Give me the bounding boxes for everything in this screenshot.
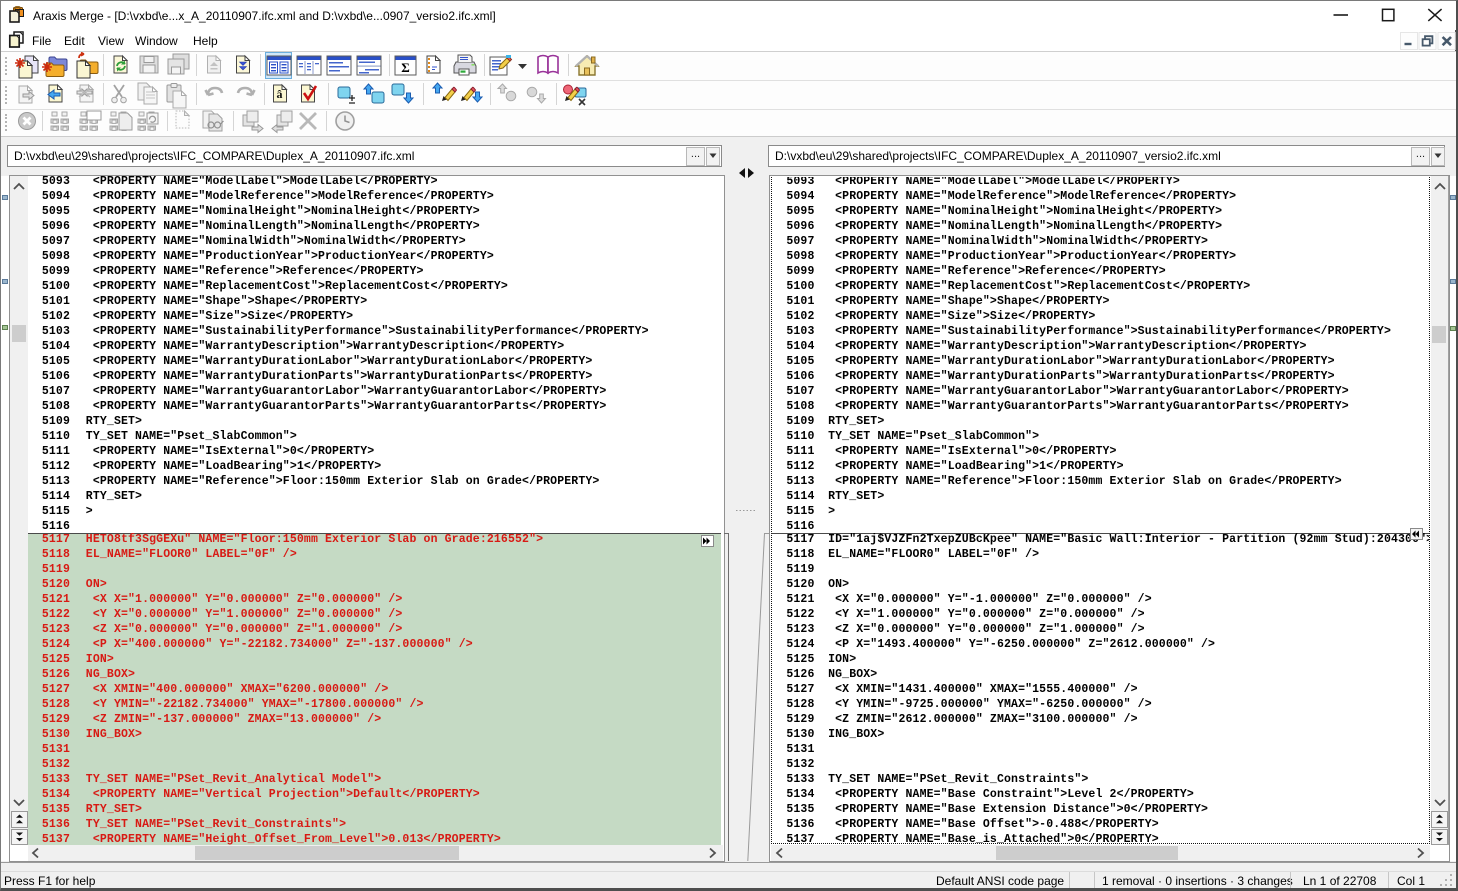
svg-text:Σ: Σ	[401, 60, 410, 75]
svg-text:â: â	[277, 87, 283, 101]
